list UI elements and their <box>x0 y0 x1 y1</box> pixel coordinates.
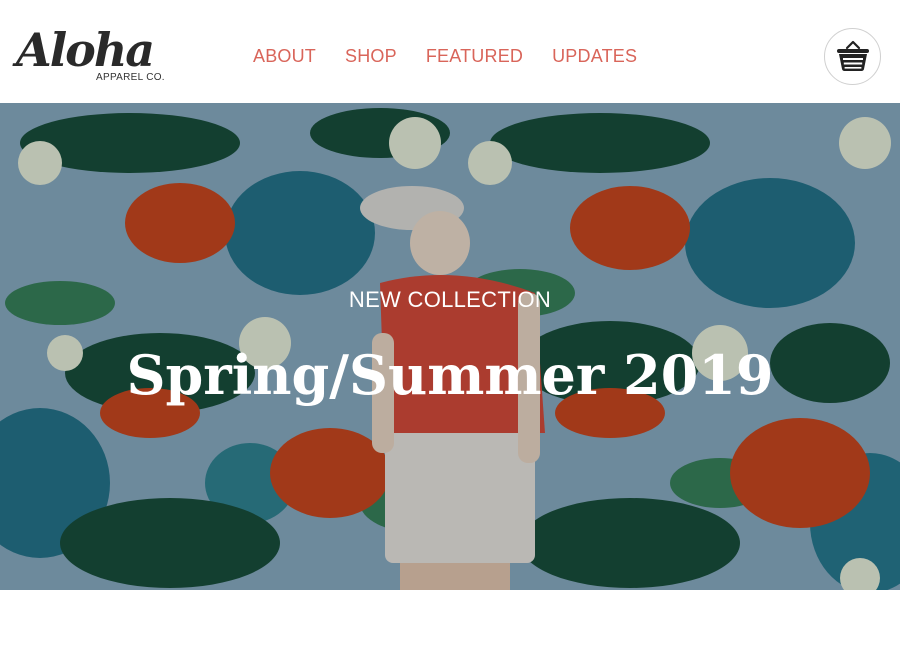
page-body-blank <box>0 590 900 658</box>
cart-button[interactable] <box>824 28 881 85</box>
nav-item-about[interactable]: ABOUT <box>253 45 316 69</box>
basket-icon <box>837 40 869 71</box>
site-header: Aloha APPAREL CO. ABOUT SHOP FEATURED UP… <box>0 0 900 103</box>
logo-wordmark: Aloha <box>16 23 155 77</box>
nav-item-shop[interactable]: SHOP <box>345 45 397 69</box>
brand-logo[interactable]: Aloha APPAREL CO. <box>16 22 176 88</box>
main-nav: ABOUT SHOP FEATURED UPDATES <box>253 45 666 69</box>
hero-banner: NEW COLLECTION Spring/Summer 2019 <box>0 103 900 590</box>
hero-kicker: NEW COLLECTION <box>348 287 552 312</box>
hero-title: Spring/Summer 2019 <box>126 343 774 407</box>
nav-item-featured[interactable]: FEATURED <box>426 45 523 69</box>
nav-item-updates[interactable]: UPDATES <box>552 45 637 69</box>
logo-subtitle: APPAREL CO. <box>96 72 165 83</box>
